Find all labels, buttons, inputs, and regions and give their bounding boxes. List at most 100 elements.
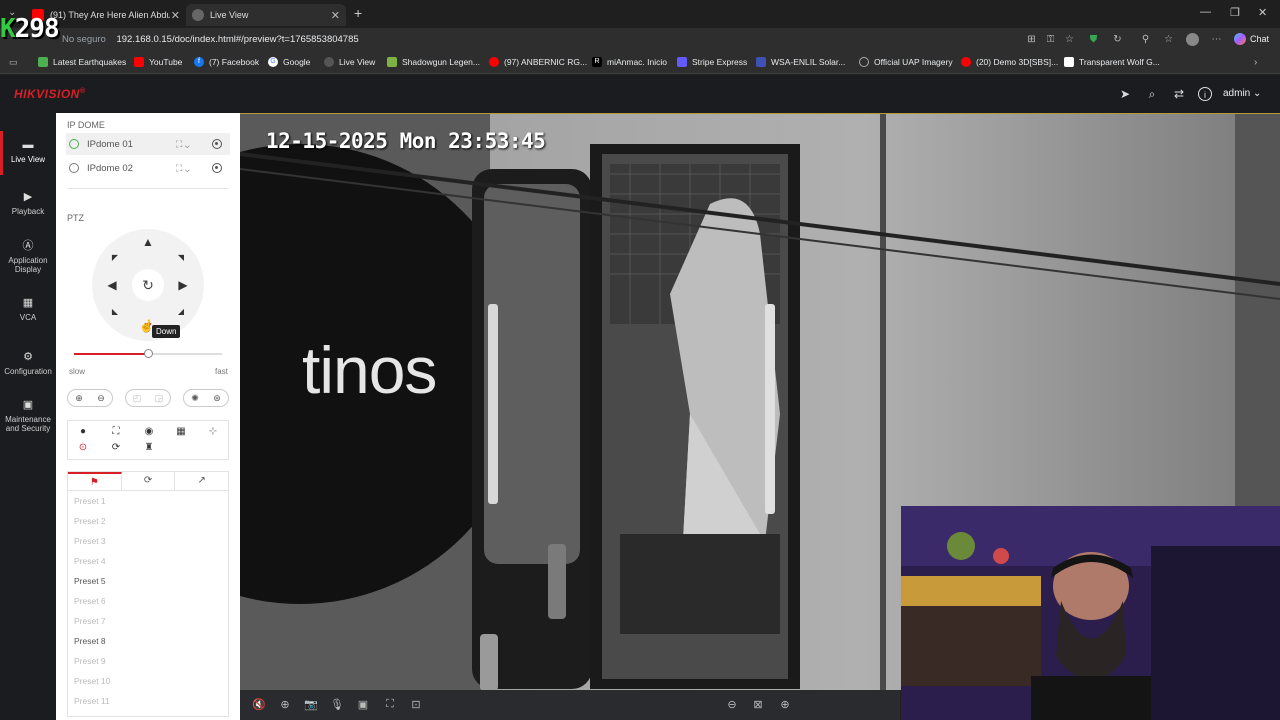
zoom-out-icon[interactable]: ⊖ — [97, 393, 105, 404]
translate-icon[interactable]: ⊞ — [1025, 33, 1038, 46]
fullscreen-focus-icon[interactable]: ⊡ — [409, 698, 423, 711]
zoom-in-icon[interactable]: ⊕ — [75, 393, 83, 404]
copilot-chat-button[interactable]: Chat — [1234, 33, 1269, 45]
capture-icon[interactable]: 📷 — [304, 698, 318, 711]
bookmark-demo-3d[interactable]: (20) Demo 3D[SBS]... — [961, 57, 1058, 67]
stream-select-icon[interactable]: ⛶ ⌄ — [176, 163, 190, 174]
close-tab-icon[interactable]: ✕ — [331, 9, 340, 22]
preset-item[interactable]: Preset 11 — [68, 691, 228, 711]
iris-close-icon[interactable]: ⊛ — [213, 393, 221, 404]
audio-mute-icon[interactable]: 🔇 — [252, 698, 266, 711]
tab-pattern-icon[interactable]: ↗ — [175, 472, 228, 490]
key-icon[interactable]: ⚿ — [1044, 33, 1057, 46]
focus-far-icon[interactable]: ◲ — [155, 393, 164, 404]
manual-tracking-icon[interactable]: ◉ — [142, 425, 156, 439]
close-tab-icon[interactable]: ✕ — [171, 9, 180, 22]
bookmarks-more-icon[interactable]: › — [1254, 57, 1257, 68]
preset-item[interactable]: Preset 2 — [68, 511, 228, 531]
ptz-down-left-button[interactable]: ◣ — [108, 305, 122, 319]
nav-application-display[interactable]: Ⓐ Application Display — [0, 240, 56, 274]
wiper-icon[interactable]: ♜ — [142, 441, 156, 455]
previous-icon[interactable]: ⊖ — [725, 698, 739, 711]
preset-item[interactable]: Preset 3 — [68, 531, 228, 551]
camera-item-ipdome-02[interactable]: IPdome 02 ⛶ ⌄ — [66, 157, 230, 179]
sidebar-toggle-icon[interactable]: ▭ — [9, 57, 18, 68]
stop-all-icon[interactable]: ⊠ — [751, 698, 765, 711]
ptz-up-button[interactable]: ▲ — [141, 235, 155, 249]
info-icon[interactable]: i — [1198, 87, 1212, 101]
browser-tab-live-view[interactable]: Live View ✕ — [186, 4, 346, 26]
preset-item[interactable]: Preset 1 — [68, 491, 228, 511]
light-icon[interactable]: ● — [76, 425, 90, 439]
address-field[interactable]: No seguro 192.168.0.15/doc/index.html#/p… — [62, 31, 1022, 49]
regional-exposure-icon[interactable]: ⛶ — [383, 698, 397, 711]
tab-patrol-icon[interactable]: ⟳ — [122, 472, 176, 490]
bookmark-star-icon[interactable]: ☆ — [1063, 33, 1076, 46]
next-icon[interactable]: ⊕ — [778, 698, 792, 711]
bookmark-latest-earthquakes[interactable]: Latest Earthquakes — [38, 57, 126, 67]
ptz-left-button[interactable]: ◀ — [105, 278, 119, 292]
profile-avatar-icon[interactable] — [1186, 33, 1199, 46]
preset-item[interactable]: Preset 6 — [68, 591, 228, 611]
nav-vca[interactable]: ▦ VCA — [0, 297, 56, 322]
shield-extension-icon[interactable]: ⛊ — [1087, 33, 1100, 46]
tab-preset-flag-icon[interactable]: ⚑ — [68, 472, 122, 490]
share-icon[interactable]: ⇄ — [1172, 87, 1186, 101]
bookmark-transparent-wolf[interactable]: Transparent Wolf G... — [1064, 57, 1160, 67]
extensions-icon[interactable]: ⚲ — [1139, 33, 1152, 46]
ptz-speed-slider[interactable] — [74, 349, 222, 358]
ptz-up-left-button[interactable]: ◤ — [108, 251, 122, 265]
bookmark-mianmac[interactable]: RmiAnmac. Inicio — [592, 57, 667, 67]
preset-item[interactable]: Preset 9 — [68, 651, 228, 671]
bookmark-shadowgun[interactable]: Shadowgun Legen... — [387, 57, 480, 67]
nav-maintenance-security[interactable]: ▣ Maintenance and Security — [0, 399, 56, 433]
nav-playback[interactable]: ▶ Playback — [0, 191, 56, 216]
camera-item-ipdome-01[interactable]: IPdome 01 ⛶ ⌄ — [66, 133, 230, 155]
stream-select-icon[interactable]: ⛶ ⌄ — [176, 139, 190, 150]
3d-positioning-icon[interactable]: ⊹ — [206, 425, 220, 439]
new-tab-icon[interactable]: + — [354, 5, 362, 21]
minimize-icon[interactable]: — — [1200, 6, 1211, 18]
ptz-auto-scan-button[interactable]: ↻ — [132, 269, 164, 301]
bookmark-uap-imagery[interactable]: Official UAP Imagery — [859, 57, 953, 67]
one-touch-park-icon[interactable]: ⟳ — [109, 441, 123, 455]
record-icon[interactable] — [212, 163, 222, 173]
preset-item[interactable]: Preset 8 — [68, 631, 228, 651]
microphone-icon[interactable]: 🎙 — [330, 698, 344, 711]
record-video-icon[interactable]: ▣ — [356, 698, 370, 711]
bookmark-wsa-enlil[interactable]: WSA-ENLIL Solar... — [756, 57, 845, 67]
stream-overlay-counter: K298 — [0, 14, 60, 44]
more-menu-icon[interactable]: ⋯ — [1210, 33, 1223, 46]
nav-configuration[interactable]: ⚙ Configuration — [0, 351, 56, 376]
restore-icon[interactable]: ❐ — [1230, 6, 1240, 19]
bookmark-anbernic[interactable]: (97) ANBERNIC RG... — [489, 57, 587, 67]
window-close-icon[interactable]: ✕ — [1258, 6, 1267, 19]
preset-item[interactable]: Preset 10 — [68, 671, 228, 691]
lens-init-icon[interactable]: ⊙ — [76, 441, 90, 455]
bookmark-live-view[interactable]: Live View — [324, 57, 375, 67]
multi-view-icon[interactable]: ▦ — [174, 425, 188, 439]
digital-zoom-icon[interactable]: ⊕ — [278, 698, 292, 711]
focus-near-icon[interactable]: ◰ — [133, 393, 142, 404]
ptz-down-right-button[interactable]: ◢ — [174, 305, 188, 319]
preset-item[interactable]: Preset 7 — [68, 611, 228, 631]
ptz-up-right-button[interactable]: ◥ — [174, 251, 188, 265]
search-icon[interactable]: ⌕ — [1145, 87, 1159, 101]
bookmark-youtube[interactable]: YouTube — [134, 57, 182, 67]
preset-item[interactable]: Preset 5 — [68, 571, 228, 591]
preset-item[interactable]: Preset 4 — [68, 551, 228, 571]
nav-live-view[interactable]: ▬ Live View — [0, 131, 56, 175]
camera-status-icon — [69, 163, 79, 173]
record-icon[interactable] — [212, 139, 222, 149]
bookmark-google[interactable]: G Google — [268, 57, 310, 67]
bookmark-facebook[interactable]: f (7) Facebook — [194, 57, 259, 67]
send-icon[interactable]: ➤ — [1118, 87, 1132, 101]
user-menu[interactable]: admin ⌄ — [1223, 88, 1261, 99]
favorites-icon[interactable]: ☆ — [1162, 33, 1175, 46]
region-focus-icon[interactable]: ⛶ — [109, 425, 123, 439]
ptz-speed-handle[interactable] — [144, 349, 153, 358]
bookmark-stripe[interactable]: Stripe Express — [677, 57, 747, 67]
iris-open-icon[interactable]: ✺ — [191, 393, 199, 404]
refresh-extension-icon[interactable]: ↻ — [1111, 33, 1124, 46]
ptz-right-button[interactable]: ▶ — [176, 278, 190, 292]
